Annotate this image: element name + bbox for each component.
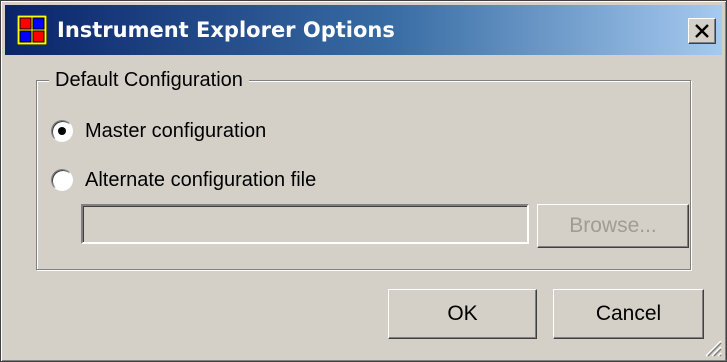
master-configuration-radio[interactable] [51,120,73,142]
master-configuration-label[interactable]: Master configuration [85,118,266,144]
cancel-button[interactable]: Cancel [553,289,704,339]
ok-button[interactable]: OK [388,289,537,339]
close-icon [695,24,709,38]
resize-grip-icon[interactable] [700,335,722,357]
close-button[interactable] [688,18,716,44]
app-icon [16,14,48,46]
window-title: Instrument Explorer Options [57,18,395,42]
alternate-configuration-radio[interactable] [51,169,73,191]
group-label: Default Configuration [49,67,249,93]
dialog-window: Instrument Explorer Options Default Conf… [0,0,727,362]
title-bar[interactable]: Instrument Explorer Options [5,5,722,55]
radio-selected-dot [58,127,66,135]
configuration-file-path-input[interactable] [81,204,529,244]
browse-button[interactable]: Browse... [537,204,689,248]
alternate-configuration-label[interactable]: Alternate configuration file [85,167,316,193]
